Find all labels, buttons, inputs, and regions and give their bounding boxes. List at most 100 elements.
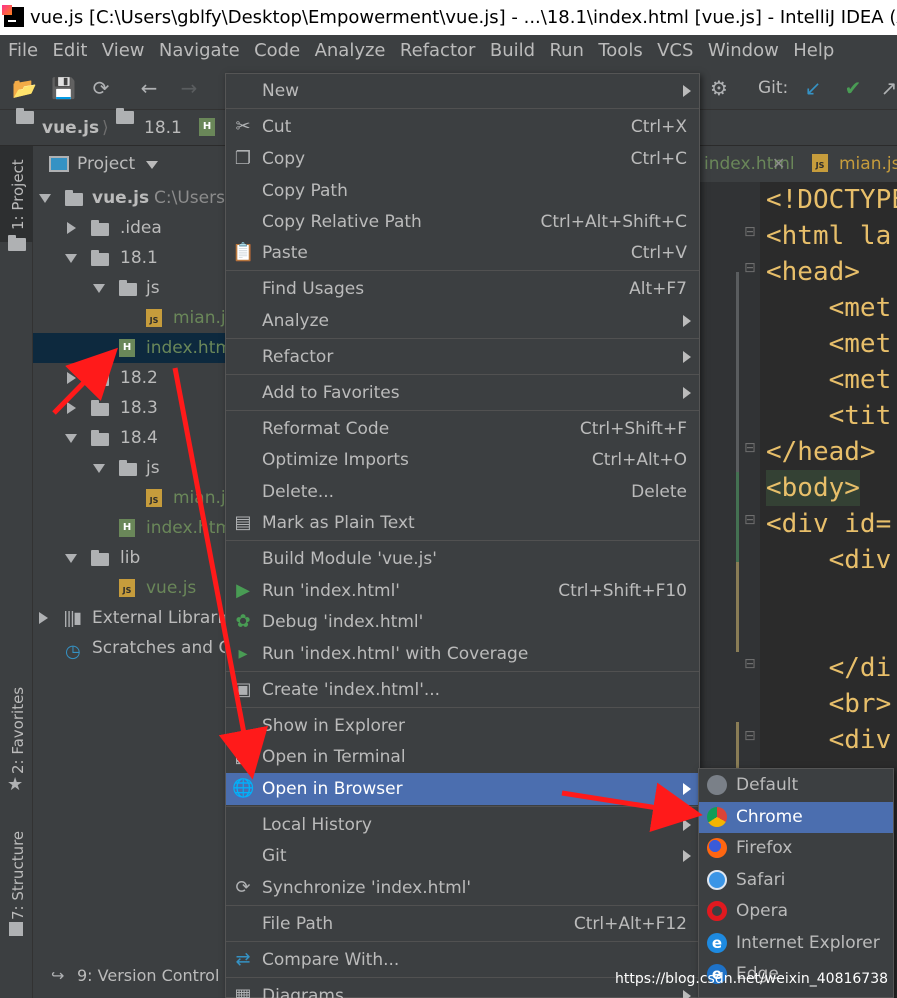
- expand-arrow-icon[interactable]: [93, 284, 105, 293]
- collapse-arrow-icon[interactable]: [39, 612, 48, 624]
- menu-navigate[interactable]: Navigate: [159, 35, 240, 67]
- menu-item-debug[interactable]: ✿ Debug 'index.html': [226, 606, 699, 638]
- browser-item-safari[interactable]: Safari: [699, 865, 893, 896]
- menu-item-reformat-code[interactable]: Reformat Code Ctrl+Shift+F: [226, 413, 699, 445]
- back-arrow-icon[interactable]: ←: [138, 77, 160, 99]
- project-panel-title[interactable]: Project: [77, 146, 135, 182]
- open-folder-icon[interactable]: 📂: [12, 77, 37, 99]
- menu-item-mark-as-plain-text[interactable]: ▤ Mark as Plain Text: [226, 507, 699, 539]
- tree-node-selected[interactable]: H index.html: [33, 333, 237, 363]
- chevron-down-icon[interactable]: [146, 161, 158, 169]
- expand-arrow-icon[interactable]: [65, 254, 77, 263]
- fold-icon[interactable]: ⊟: [744, 728, 756, 744]
- menu-tools[interactable]: Tools: [598, 35, 642, 67]
- browser-item-firefox[interactable]: Firefox: [699, 833, 893, 864]
- menu-code[interactable]: Code: [254, 35, 300, 67]
- menu-item-git[interactable]: Git: [226, 840, 699, 872]
- version-control-tab[interactable]: 9: Version Control: [77, 960, 219, 992]
- menu-view[interactable]: View: [102, 35, 145, 67]
- expand-arrow-icon[interactable]: [39, 194, 51, 203]
- browser-item-default[interactable]: Default: [699, 770, 893, 801]
- browser-item-internet-explorer[interactable]: e Internet Explorer: [699, 928, 893, 959]
- collapse-arrow-icon[interactable]: [67, 402, 76, 414]
- collapse-arrow-icon[interactable]: [67, 372, 76, 384]
- tree-node[interactable]: JS vue.js: [33, 573, 225, 603]
- menu-edit[interactable]: Edit: [53, 35, 88, 67]
- tree-node[interactable]: 18.1: [33, 243, 225, 273]
- tree-node[interactable]: 18.4: [33, 423, 225, 453]
- menu-refactor[interactable]: Refactor: [400, 35, 476, 67]
- menu-item-delete[interactable]: Delete... Delete: [226, 476, 699, 508]
- sync-icon[interactable]: ⟳: [90, 77, 112, 99]
- project-tool-tab[interactable]: 1: Project: [0, 146, 33, 242]
- tree-node[interactable]: vue.js C:\Users: [33, 183, 225, 213]
- change-marker: [736, 562, 739, 652]
- menu-item-copy[interactable]: ❐ Copy Ctrl+C: [226, 143, 699, 175]
- tree-node[interactable]: js: [33, 273, 225, 303]
- menu-build[interactable]: Build: [490, 35, 535, 67]
- menu-file[interactable]: File: [8, 35, 38, 67]
- git-push-icon[interactable]: ↗: [878, 77, 897, 99]
- menu-item-find-usages[interactable]: Find Usages Alt+F7: [226, 273, 699, 305]
- tree-node[interactable]: ◷ Scratches and Consoles: [33, 633, 295, 663]
- fold-icon[interactable]: ⊟: [744, 656, 756, 672]
- expand-arrow-icon[interactable]: [65, 434, 77, 443]
- tree-node[interactable]: lib: [33, 543, 225, 573]
- fold-icon[interactable]: ⊟: [744, 260, 756, 276]
- save-icon[interactable]: 💾: [51, 77, 76, 99]
- menu-item-file-path[interactable]: File Path Ctrl+Alt+F12: [226, 908, 699, 940]
- menu-item-cut[interactable]: ✂ Cut Ctrl+X: [226, 111, 699, 143]
- browser-item-chrome[interactable]: Chrome: [699, 802, 893, 833]
- tree-node[interactable]: |||▮ External Libraries: [33, 603, 241, 633]
- git-update-icon[interactable]: ↙: [802, 77, 824, 99]
- tree-node[interactable]: .idea: [33, 213, 225, 243]
- menu-item-new[interactable]: New: [226, 75, 699, 107]
- menu-item-run-with-coverage[interactable]: ▸ Run 'index.html' with Coverage: [226, 638, 699, 670]
- git-commit-icon[interactable]: ✔: [842, 77, 864, 99]
- expand-arrow-icon[interactable]: [93, 464, 105, 473]
- menu-item-open-in-terminal[interactable]: ▩ Open in Terminal: [226, 741, 699, 773]
- tree-node[interactable]: 18.2: [33, 363, 225, 393]
- menu-help[interactable]: Help: [793, 35, 834, 67]
- tab-index-html[interactable]: index.html ✕: [700, 146, 800, 182]
- tree-node[interactable]: js: [33, 453, 225, 483]
- vcs-operations-icon[interactable]: ⚙: [708, 77, 730, 99]
- menu-item-build-module[interactable]: Build Module 'vue.js': [226, 543, 699, 575]
- collapse-arrow-icon[interactable]: [67, 222, 76, 234]
- menu-item-add-to-favorites[interactable]: Add to Favorites: [226, 377, 699, 409]
- breadcrumb-folder[interactable]: 18.1: [144, 110, 182, 146]
- submenu-arrow-icon: [683, 85, 691, 97]
- close-icon[interactable]: ✕: [772, 146, 785, 182]
- tree-node[interactable]: H index.html: [33, 513, 237, 543]
- watermark-text: https://blog.csdn.net/weixin_40816738: [615, 971, 889, 987]
- menu-window[interactable]: Window: [708, 35, 779, 67]
- expand-arrow-icon[interactable]: [65, 554, 77, 563]
- menu-item-analyze[interactable]: Analyze: [226, 305, 699, 337]
- menu-item-paste[interactable]: 📋 Paste Ctrl+V: [226, 237, 699, 269]
- breadcrumb-project[interactable]: vue.js: [42, 110, 99, 146]
- menu-run[interactable]: Run: [549, 35, 584, 67]
- fold-icon[interactable]: ⊟: [744, 224, 756, 240]
- menu-item-refactor[interactable]: Refactor: [226, 341, 699, 373]
- menu-item-create-config[interactable]: ▣ Create 'index.html'...: [226, 674, 699, 706]
- tree-node[interactable]: JS mian.js: [33, 483, 234, 513]
- structure-tool-tab[interactable]: 7: Structure: [0, 826, 33, 946]
- tree-node[interactable]: JS mian.js: [33, 303, 234, 333]
- fold-icon[interactable]: ⊟: [744, 440, 756, 456]
- tree-node[interactable]: 18.3: [33, 393, 225, 423]
- menu-item-show-in-explorer[interactable]: Show in Explorer: [226, 710, 699, 742]
- menu-item-synchronize[interactable]: ⟳ Synchronize 'index.html': [226, 872, 699, 904]
- fold-icon[interactable]: ⊟: [744, 512, 756, 528]
- forward-arrow-icon[interactable]: →: [178, 77, 200, 99]
- menu-item-copy-relative-path[interactable]: Copy Relative Path Ctrl+Alt+Shift+C: [226, 206, 699, 238]
- tab-mian-js[interactable]: JS mian.js: [804, 146, 897, 182]
- menu-item-run[interactable]: ▶ Run 'index.html' Ctrl+Shift+F10: [226, 575, 699, 607]
- menu-item-copy-path[interactable]: Copy Path: [226, 175, 699, 207]
- menu-item-optimize-imports[interactable]: Optimize Imports Ctrl+Alt+O: [226, 444, 699, 476]
- menu-item-open-in-browser[interactable]: 🌐 Open in Browser: [226, 773, 699, 805]
- menu-analyze[interactable]: Analyze: [315, 35, 386, 67]
- favorites-tool-tab[interactable]: 2: Favorites ★: [0, 676, 33, 796]
- menu-item-local-history[interactable]: Local History: [226, 809, 699, 841]
- browser-item-opera[interactable]: Opera: [699, 896, 893, 927]
- menu-vcs[interactable]: VCS: [657, 35, 693, 67]
